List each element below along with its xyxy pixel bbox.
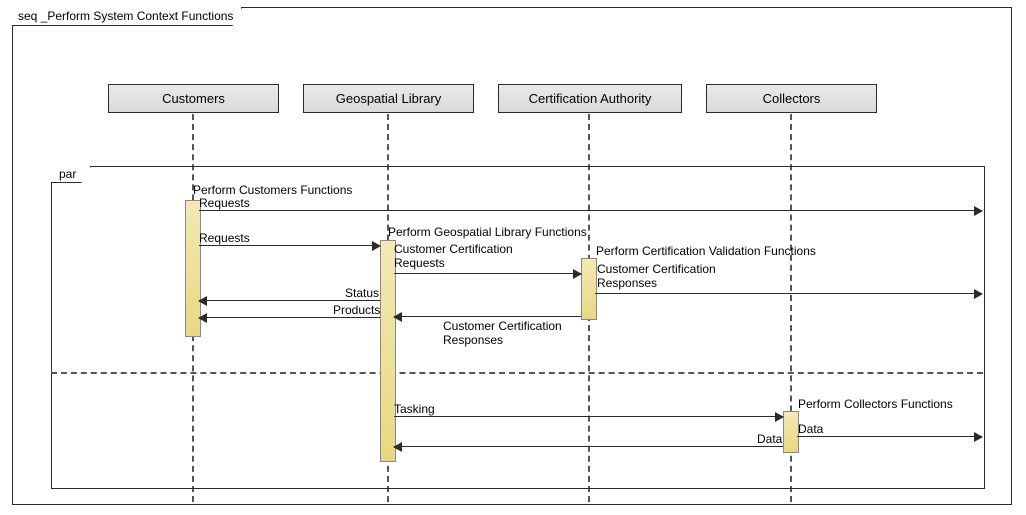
message-data-back <box>394 446 783 447</box>
message-cust-cert-responses-back <box>394 316 581 317</box>
lifeline-head-geospatial-library: Geospatial Library <box>303 84 474 113</box>
message-label-requests-in: Requests <box>199 231 250 245</box>
message-cust-cert-requests <box>394 273 581 274</box>
lifeline-head-collectors: Collectors <box>706 84 877 113</box>
activation-collectors <box>783 411 799 453</box>
activation-certification-authority <box>581 258 597 320</box>
message-label-data-out: Data <box>798 422 823 436</box>
message-data-out <box>797 436 982 437</box>
lifeline-head-certification-authority: Certification Authority <box>498 84 682 113</box>
message-cust-cert-responses-out <box>595 293 982 294</box>
interaction-frame-label: seq _Perform System Context Functions <box>12 7 242 26</box>
activation-label-collectors: Perform Collectors Functions <box>798 397 953 411</box>
message-label-cust-cert-responses-out: Customer Certification Responses <box>597 262 716 290</box>
message-requests-in <box>199 245 380 246</box>
par-divider <box>51 372 983 374</box>
message-label-cust-cert-responses-back: Customer Certification Responses <box>443 319 562 347</box>
message-label-requests-out: Requests <box>199 196 250 210</box>
message-label-products: Products <box>333 303 380 317</box>
message-label-status: Status <box>345 286 379 300</box>
activation-label-certification-authority: Perform Certification Validation Functio… <box>596 244 816 258</box>
message-status <box>199 300 380 301</box>
message-requests-out <box>199 210 982 211</box>
message-label-tasking: Tasking <box>394 402 435 416</box>
message-products <box>199 317 380 318</box>
lifeline-head-customers: Customers <box>108 84 279 113</box>
activation-label-geospatial-library: Perform Geospatial Library Functions <box>388 225 587 239</box>
message-label-data-back: Data <box>757 432 782 446</box>
message-tasking <box>394 416 783 417</box>
activation-label-customers: Perform Customers Functions <box>193 183 352 197</box>
message-label-cust-cert-requests: Customer Certification Requests <box>394 242 513 270</box>
